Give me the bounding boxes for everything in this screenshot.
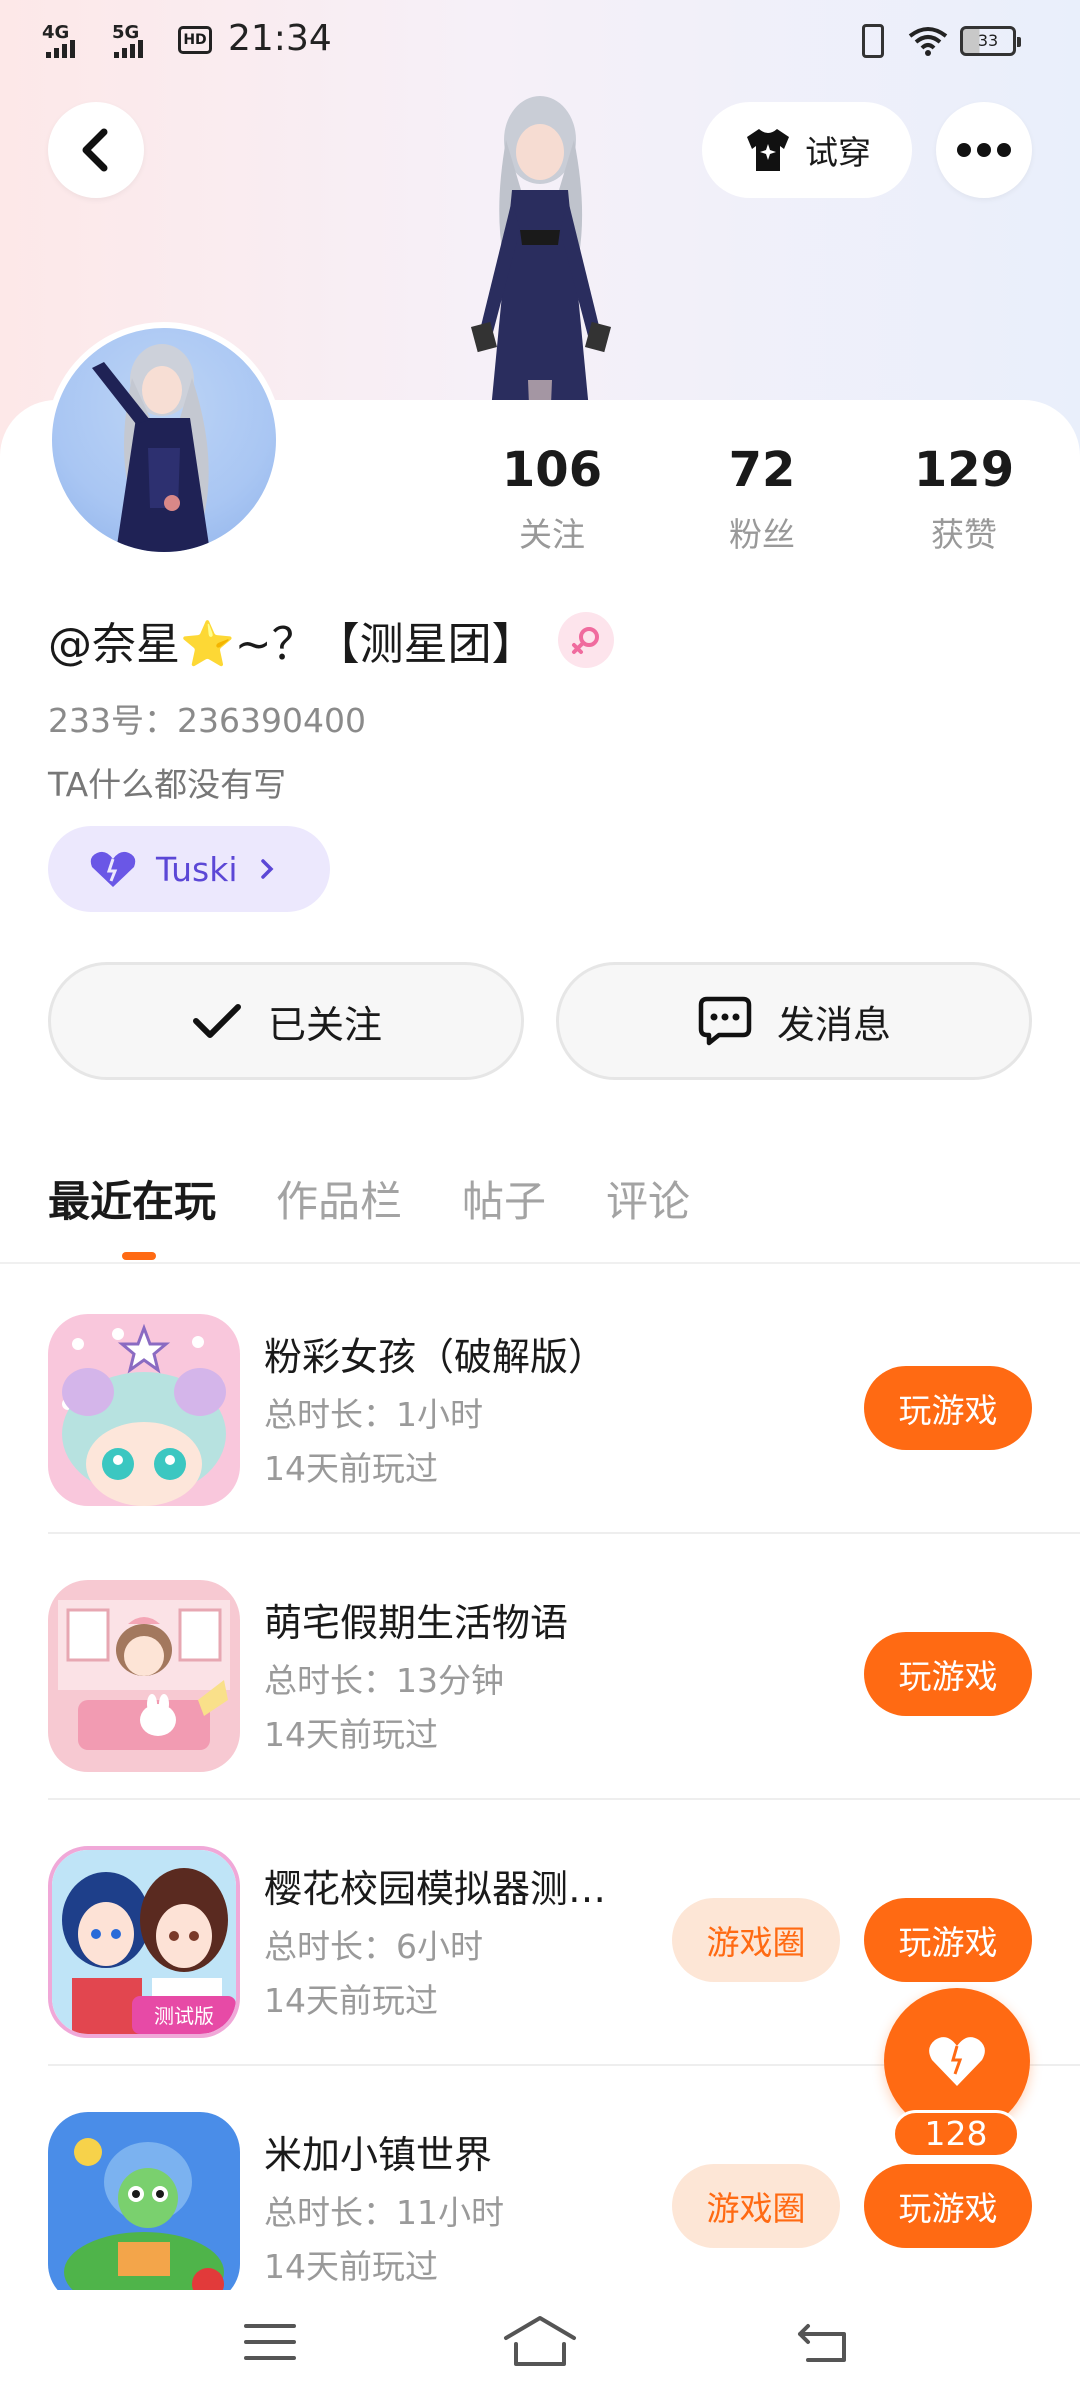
tab-comments[interactable]: 评论 bbox=[606, 1168, 690, 1229]
back-button[interactable] bbox=[48, 102, 144, 198]
profile-name: @奈星⭐~？【测星团】 bbox=[48, 619, 536, 670]
stat-value: 72 bbox=[728, 442, 796, 498]
tab-recently-played[interactable]: 最近在玩 bbox=[48, 1168, 216, 1229]
user-id: 233号：236390400 bbox=[48, 701, 366, 740]
wifi-icon bbox=[908, 27, 948, 56]
avatar-image bbox=[92, 344, 210, 552]
stat-likes[interactable]: 129 获赞 bbox=[884, 440, 1044, 556]
try-on-button[interactable]: 试穿 bbox=[702, 102, 912, 198]
home-icon[interactable] bbox=[502, 2314, 578, 2368]
tab-works[interactable]: 作品栏 bbox=[276, 1168, 402, 1229]
tab-posts[interactable]: 帖子 bbox=[462, 1168, 546, 1229]
more-options-button[interactable] bbox=[936, 102, 1032, 198]
game-duration: 总时长：11小时 bbox=[264, 2193, 504, 2232]
signal-bars-icon bbox=[114, 40, 143, 58]
profile-tag-tuski[interactable]: Tuski bbox=[48, 826, 330, 912]
game-duration: 总时长：6小时 bbox=[264, 1927, 483, 1966]
stat-label: 粉丝 bbox=[729, 515, 795, 554]
user-avatar[interactable] bbox=[46, 322, 282, 558]
hd-voice-icon: HD bbox=[178, 26, 212, 54]
stat-label: 获赞 bbox=[931, 515, 997, 554]
chat-bubble-icon bbox=[698, 996, 752, 1046]
user-bio: TA什么都没有写 bbox=[48, 765, 287, 804]
send-message-label: 发消息 bbox=[776, 1002, 891, 1047]
following-label: 已关注 bbox=[267, 1002, 382, 1047]
heart-icon bbox=[929, 2037, 985, 2086]
signal-bars-icon bbox=[46, 40, 75, 58]
profile-tabs: 最近在玩 作品栏 帖子 评论 bbox=[48, 1168, 750, 1229]
game-title: 萌宅假期生活物语 bbox=[264, 1601, 569, 1645]
stat-value: 106 bbox=[501, 442, 603, 498]
icon-badge-text: 测试版 bbox=[154, 2004, 214, 2028]
game-icon-cute-home bbox=[48, 1580, 240, 1772]
game-title: 米加小镇世界 bbox=[264, 2133, 493, 2177]
clock: 21:34 bbox=[228, 18, 332, 59]
game-icon-pastel-girl bbox=[48, 1314, 240, 1506]
status-bar: 4G 5G HD 21:34 33 bbox=[0, 0, 1080, 80]
play-game-button[interactable]: 玩游戏 bbox=[864, 1632, 1032, 1716]
send-message-button[interactable]: 发消息 bbox=[556, 962, 1032, 1080]
stat-followers[interactable]: 72 粉丝 bbox=[682, 440, 842, 556]
stat-label: 关注 bbox=[519, 515, 585, 554]
chevron-right-icon bbox=[260, 859, 274, 879]
like-count: 128 bbox=[892, 2110, 1020, 2158]
tabs-divider bbox=[0, 1262, 1080, 1264]
game-icon-miga-town bbox=[48, 2112, 240, 2304]
checkmark-icon bbox=[192, 1004, 241, 1038]
game-icon-sakura-school: 测试版 bbox=[48, 1846, 240, 2038]
game-duration: 总时长：13分钟 bbox=[264, 1661, 504, 1700]
play-game-button[interactable]: 玩游戏 bbox=[864, 1366, 1032, 1450]
game-row[interactable]: 粉彩女孩（破解版） 总时长：1小时 14天前玩过 玩游戏 bbox=[0, 1268, 1080, 1534]
game-title: 粉彩女孩（破解版） bbox=[264, 1335, 607, 1379]
stat-following[interactable]: 106 关注 bbox=[472, 440, 632, 556]
menu-icon[interactable] bbox=[244, 2320, 296, 2364]
stat-value: 129 bbox=[913, 442, 1015, 498]
try-on-label: 试穿 bbox=[805, 133, 871, 172]
system-nav-bar bbox=[0, 2290, 1080, 2408]
ellipsis-icon bbox=[957, 143, 1011, 157]
vibrate-icon bbox=[862, 24, 884, 58]
tshirt-icon bbox=[747, 129, 789, 171]
heart-icon bbox=[90, 851, 136, 887]
profile-page: 4G 5G HD 21:34 33 试穿 106 关注 72 粉丝 129 获赞… bbox=[0, 0, 1080, 2408]
game-title: 樱花校园模拟器测… bbox=[264, 1867, 607, 1911]
active-tab-indicator bbox=[122, 1252, 156, 1260]
game-circle-button[interactable]: 游戏圈 bbox=[672, 1898, 840, 1982]
battery-icon: 33 bbox=[960, 26, 1021, 56]
game-row[interactable]: 萌宅假期生活物语 总时长：13分钟 14天前玩过 玩游戏 bbox=[0, 1534, 1080, 1800]
game-last-played: 14天前玩过 bbox=[264, 2247, 438, 2286]
play-game-button[interactable]: 玩游戏 bbox=[864, 1898, 1032, 1982]
game-circle-button[interactable]: 游戏圈 bbox=[672, 2164, 840, 2248]
tag-label: Tuski bbox=[156, 849, 238, 889]
chevron-left-icon bbox=[82, 128, 108, 172]
game-duration: 总时长：1小时 bbox=[264, 1395, 483, 1434]
game-last-played: 14天前玩过 bbox=[264, 1981, 438, 2020]
game-last-played: 14天前玩过 bbox=[264, 1449, 438, 1488]
following-button[interactable]: 已关注 bbox=[48, 962, 524, 1080]
back-nav-icon[interactable] bbox=[796, 2318, 850, 2366]
profile-name-row: @奈星⭐~？【测星团】 bbox=[48, 608, 614, 672]
play-game-button[interactable]: 玩游戏 bbox=[864, 2164, 1032, 2248]
game-last-played: 14天前玩过 bbox=[264, 1715, 438, 1754]
female-icon bbox=[557, 612, 614, 668]
